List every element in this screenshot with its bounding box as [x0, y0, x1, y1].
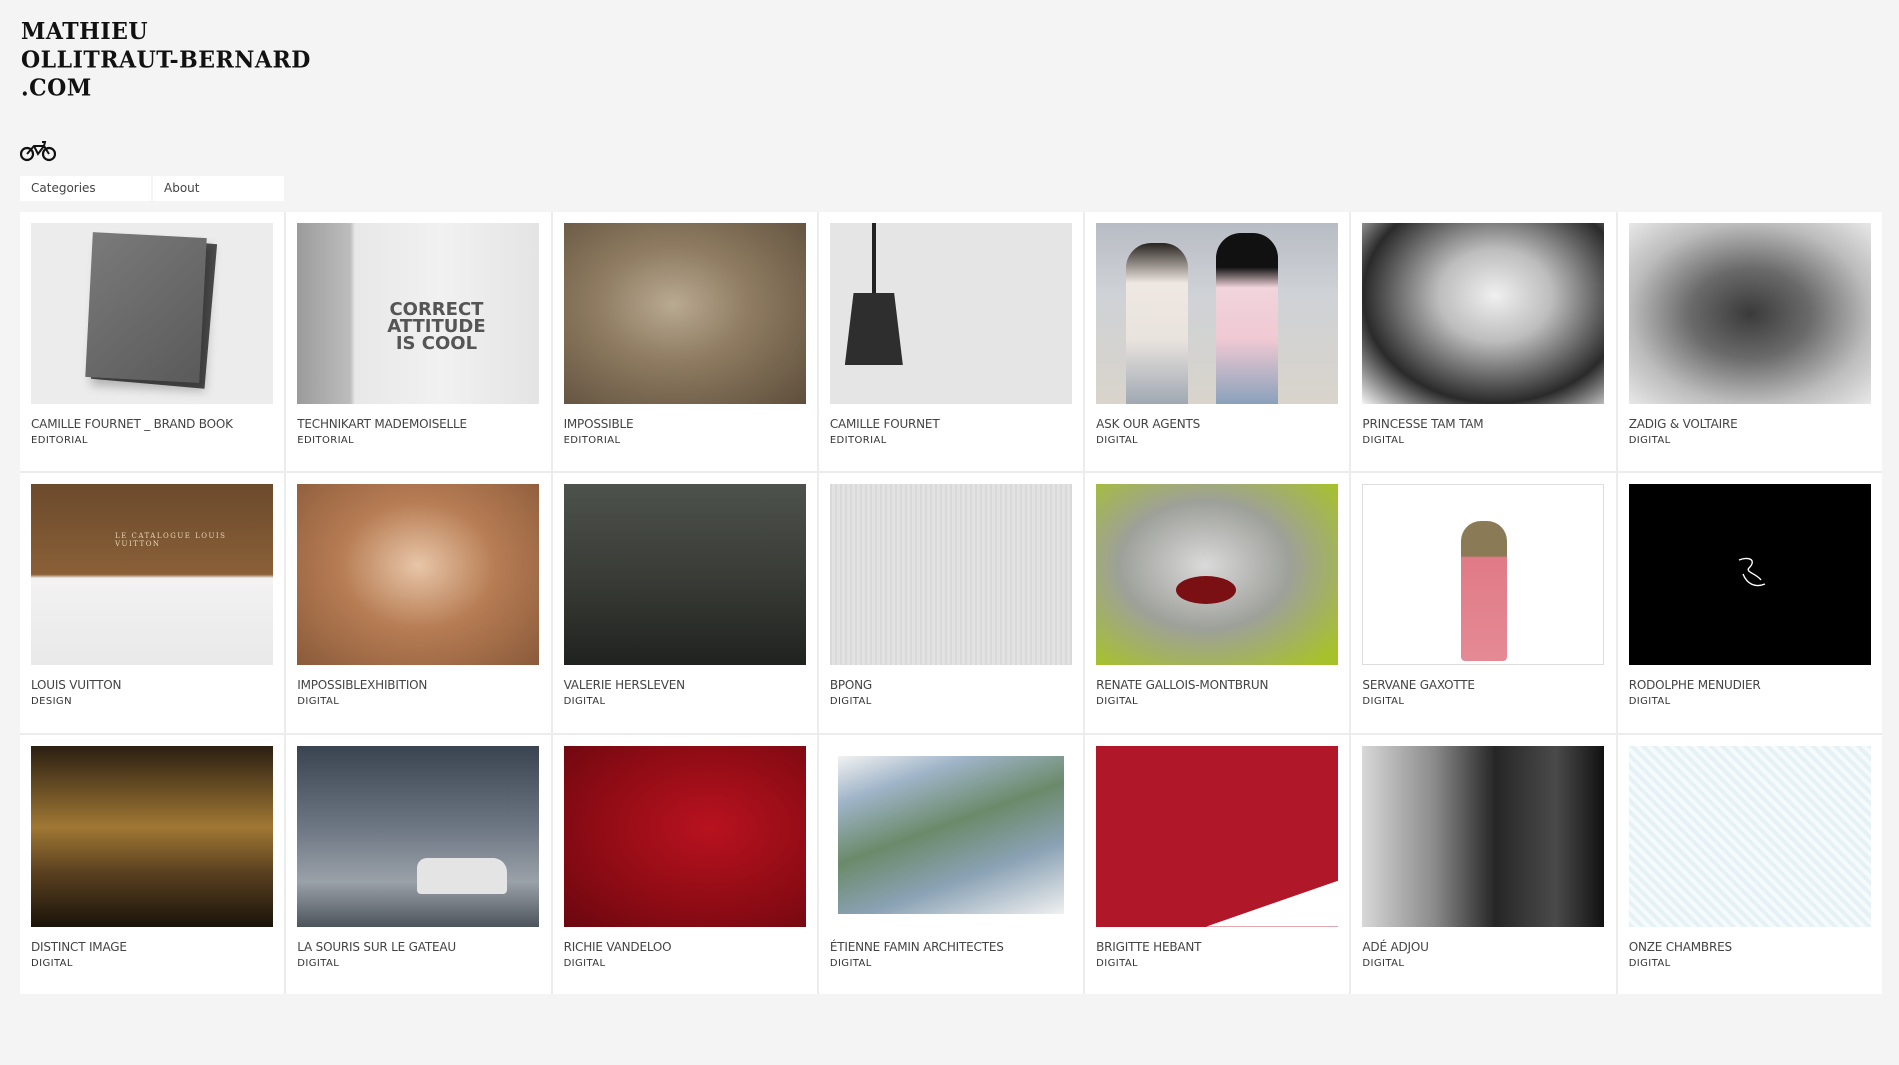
- project-title: DISTINCT IMAGE: [31, 939, 127, 954]
- project-title: RODOLPHE MENUDIER: [1628, 678, 1761, 693]
- project-tile[interactable]: ÉTIENNE FAMIN ARCHITECTES DIGITAL: [818, 734, 1084, 994]
- project-category: DIGITAL: [297, 957, 340, 969]
- project-thumbnail: [1362, 223, 1605, 404]
- project-tile[interactable]: RENATE GALLOIS-MONTBRUN DIGITAL: [1085, 473, 1350, 733]
- project-thumbnail: [1096, 223, 1339, 404]
- signature-logo: [1738, 558, 1765, 587]
- project-category: DIGITAL: [1096, 435, 1139, 446]
- project-title: RICHIE VANDELOO: [563, 939, 672, 954]
- project-tile[interactable]: LE CATALOGUE LOUIS VUITTON LOUIS VUITTON…: [20, 473, 285, 733]
- project-category: DIGITAL: [829, 957, 872, 969]
- project-tile[interactable]: VALERIE HERSLEVEN DIGITAL: [552, 473, 817, 733]
- project-thumbnail: LE CATALOGUE LOUIS VUITTON: [31, 484, 273, 666]
- project-title: ÉTIENNE FAMIN ARCHITECTES: [829, 939, 1004, 954]
- project-grid: CAMILLE FOURNET _ BRAND BOOK EDITORIAL C…: [20, 212, 1882, 994]
- project-title: CAMILLE FOURNET _ BRAND BOOK: [31, 417, 233, 431]
- project-category: DIGITAL: [297, 696, 340, 708]
- project-tile[interactable]: CAMILLE FOURNET EDITORIAL: [818, 212, 1084, 472]
- project-title: LA SOURIS SUR LE GATEAU: [297, 939, 456, 954]
- project-category: DIGITAL: [1628, 957, 1671, 969]
- project-tile[interactable]: RICHIE VANDELOO DIGITAL: [552, 734, 817, 994]
- motorbike-icon[interactable]: [20, 140, 56, 162]
- project-category: DIGITAL: [1362, 696, 1405, 708]
- site-logo[interactable]: MATHIEU OLLITRAUT-BERNARD .COM: [21, 18, 311, 103]
- project-thumbnail: [1628, 484, 1871, 666]
- project-category: EDITORIAL: [297, 435, 355, 446]
- project-category: EDITORIAL: [829, 435, 887, 446]
- project-thumbnail: [1096, 484, 1339, 666]
- project-title: PRINCESSE TAM TAM: [1362, 417, 1484, 431]
- project-title: BRIGITTE HEBANT: [1096, 939, 1202, 954]
- project-category: DIGITAL: [1628, 435, 1671, 446]
- project-thumbnail: [31, 223, 273, 404]
- project-tile[interactable]: PRINCESSE TAM TAM DIGITAL: [1351, 212, 1616, 472]
- project-thumbnail: [1362, 484, 1605, 666]
- project-title: LOUIS VUITTON: [31, 678, 122, 693]
- project-thumbnail: [829, 484, 1072, 666]
- project-thumbnail: [563, 223, 806, 404]
- project-title: BPONG: [829, 678, 873, 693]
- project-thumbnail: [31, 745, 273, 927]
- project-thumbnail: [1628, 745, 1871, 927]
- project-tile[interactable]: LA SOURIS SUR LE GATEAU DIGITAL: [286, 734, 551, 994]
- project-category: DESIGN: [31, 696, 72, 708]
- project-thumbnail: [1628, 223, 1871, 404]
- project-title: RENATE GALLOIS-MONTBRUN: [1096, 678, 1269, 693]
- project-tile[interactable]: ONZE CHAMBRES DIGITAL: [1617, 734, 1882, 994]
- logo-line-1: MATHIEU: [21, 17, 149, 46]
- project-title: ASK OUR AGENTS: [1096, 417, 1201, 431]
- project-tile[interactable]: IMPOSSIBLE EDITORIAL: [552, 212, 817, 472]
- project-tile[interactable]: SERVANE GAXOTTE DIGITAL: [1351, 473, 1616, 733]
- project-category: DIGITAL: [31, 957, 73, 969]
- project-tile[interactable]: BPONG DIGITAL: [818, 473, 1084, 733]
- project-thumbnail: [563, 745, 806, 927]
- project-title: CAMILLE FOURNET: [829, 417, 940, 431]
- project-category: DIGITAL: [1362, 435, 1405, 446]
- project-tile[interactable]: ASK OUR AGENTS DIGITAL: [1085, 212, 1350, 472]
- project-thumbnail: [1362, 745, 1605, 927]
- thumbnail-text: CORRECT ATTITUDE IS COOL: [387, 299, 486, 354]
- nav-about[interactable]: About: [153, 176, 284, 201]
- project-thumbnail: CORRECT ATTITUDE IS COOL: [297, 223, 540, 404]
- logo-line-2: OLLITRAUT-BERNARD: [21, 46, 311, 74]
- project-title: IMPOSSIBLE: [563, 417, 634, 431]
- project-category: DIGITAL: [829, 696, 872, 708]
- project-title: ZADIG & VOLTAIRE: [1628, 417, 1738, 431]
- project-title: ONZE CHAMBRES: [1628, 939, 1732, 954]
- project-title: SERVANE GAXOTTE: [1362, 678, 1475, 693]
- project-category: DIGITAL: [563, 957, 606, 969]
- top-nav: Categories About: [20, 176, 284, 201]
- project-thumbnail: [563, 484, 806, 666]
- project-thumbnail: [1096, 745, 1339, 927]
- thumbnail-text: LE CATALOGUE LOUIS VUITTON: [115, 532, 227, 549]
- logo-line-3: .COM: [21, 74, 92, 102]
- nav-categories[interactable]: Categories: [20, 176, 151, 201]
- project-thumbnail: [829, 745, 1072, 927]
- project-tile[interactable]: CORRECT ATTITUDE IS COOL TECHNIKART MADE…: [286, 212, 551, 472]
- project-tile[interactable]: RODOLPHE MENUDIER DIGITAL: [1617, 473, 1882, 733]
- project-category: DIGITAL: [1362, 957, 1405, 969]
- project-category: EDITORIAL: [563, 435, 621, 446]
- project-category: DIGITAL: [1628, 696, 1671, 708]
- project-thumbnail: [297, 745, 540, 927]
- project-tile[interactable]: CAMILLE FOURNET _ BRAND BOOK EDITORIAL: [20, 212, 285, 472]
- project-category: EDITORIAL: [31, 435, 88, 446]
- project-tile[interactable]: ADÉ ADJOU DIGITAL: [1351, 734, 1616, 994]
- project-thumbnail: [829, 223, 1072, 404]
- project-category: DIGITAL: [1096, 696, 1139, 708]
- project-category: DIGITAL: [563, 696, 606, 708]
- project-title: IMPOSSIBLEXHIBITION: [297, 678, 428, 693]
- project-thumbnail: [297, 484, 540, 666]
- project-tile[interactable]: ZADIG & VOLTAIRE DIGITAL: [1617, 212, 1882, 472]
- project-category: DIGITAL: [1096, 957, 1139, 969]
- project-tile[interactable]: IMPOSSIBLEXHIBITION DIGITAL: [286, 473, 551, 733]
- project-title: TECHNIKART MADEMOISELLE: [297, 417, 467, 431]
- project-title: ADÉ ADJOU: [1362, 939, 1429, 954]
- project-tile[interactable]: BRIGITTE HEBANT DIGITAL: [1085, 734, 1350, 994]
- project-title: VALERIE HERSLEVEN: [563, 678, 686, 693]
- project-tile[interactable]: DISTINCT IMAGE DIGITAL: [20, 734, 285, 994]
